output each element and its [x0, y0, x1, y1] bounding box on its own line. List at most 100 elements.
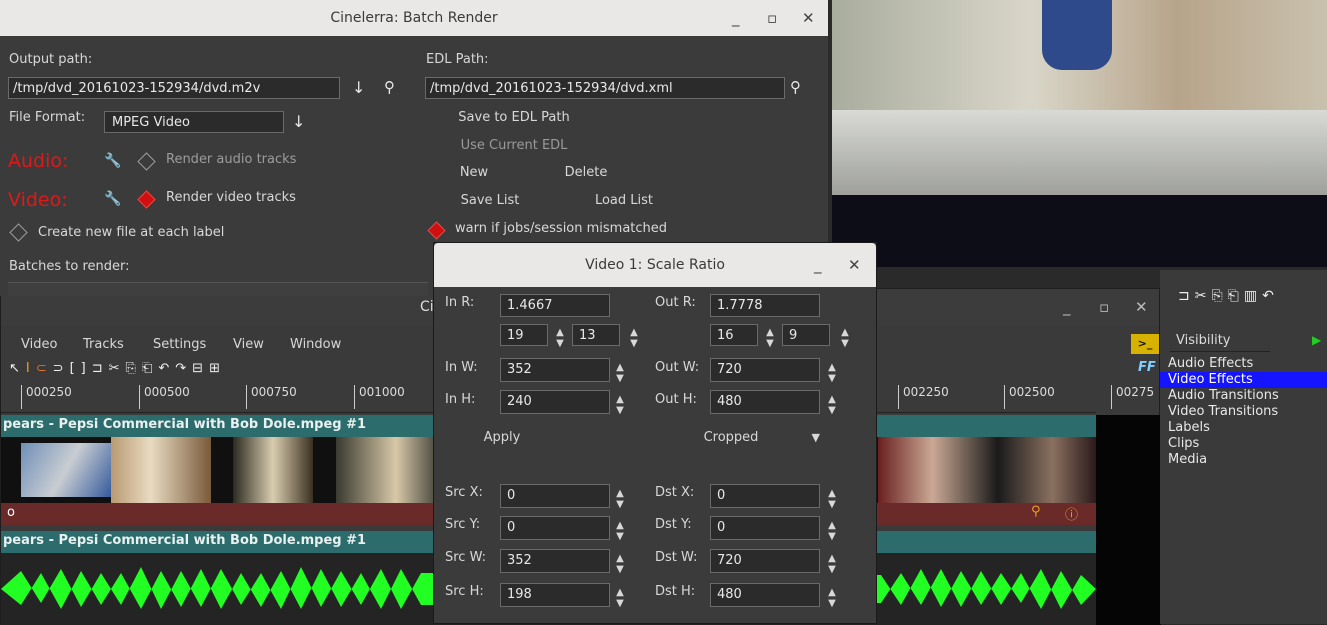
out-ratio-a-spinner[interactable]: ▲ ▼	[764, 327, 776, 349]
in-h-spinner[interactable]: ▲ ▼	[614, 394, 626, 416]
close-icon[interactable]: ✕	[848, 243, 861, 287]
dst-y-field[interactable]: 0	[710, 516, 820, 540]
out-r-field[interactable]: 1.7778	[710, 294, 820, 317]
src-y-spinner[interactable]: ▲ ▼	[614, 520, 626, 542]
undo-icon[interactable]: ↶	[158, 361, 175, 376]
dst-x-field[interactable]: 0	[710, 484, 820, 508]
close-icon[interactable]: ✕	[802, 0, 815, 36]
label-icon[interactable]: [	[70, 361, 81, 376]
output-path-field[interactable]: /tmp/dvd_20161023-152934/dvd.m2v	[8, 77, 340, 99]
insert-icon[interactable]: ⊞	[209, 361, 226, 376]
create-file-checkbox[interactable]	[9, 223, 28, 242]
label-right-icon[interactable]: ]	[81, 361, 92, 376]
out-w-spinner[interactable]: ▲ ▼	[826, 362, 838, 384]
paste-icon[interactable]: ⎗	[142, 361, 158, 376]
maximize-icon[interactable]: ▫	[1099, 289, 1109, 325]
menu-view[interactable]: View	[233, 337, 264, 352]
minimize-icon[interactable]: _	[1063, 289, 1071, 325]
menu-tracks[interactable]: Tracks	[83, 337, 124, 352]
dst-w-spinner[interactable]: ▲ ▼	[826, 553, 838, 575]
in-ratio-b-spinner[interactable]: ▲ ▼	[628, 327, 640, 349]
dst-x-spinner[interactable]: ▲ ▼	[826, 488, 838, 510]
render-video-checkbox[interactable]	[137, 190, 156, 209]
out-h-field[interactable]: 480	[710, 390, 820, 414]
resource-item-audio-effects[interactable]: Audio Effects	[1160, 356, 1327, 372]
copy-icon[interactable]: ⎘	[1211, 288, 1227, 304]
edl-search-icon[interactable]: ⚲	[790, 78, 801, 96]
file-format-field[interactable]: MPEG Video	[104, 111, 284, 133]
src-x-field[interactable]: 0	[500, 484, 610, 508]
in-ratio-a-field[interactable]: 19	[500, 324, 548, 346]
mode-dropdown[interactable]: Cropped ▼	[620, 427, 842, 449]
copy-icon[interactable]: ⎘	[126, 361, 142, 376]
resource-item-clips[interactable]: Clips	[1160, 436, 1327, 452]
out-ratio-b-field[interactable]: 9	[782, 324, 830, 346]
use-current-button[interactable]: Use Current EDL	[434, 135, 594, 157]
dst-w-field[interactable]: 720	[710, 549, 820, 573]
src-x-spinner[interactable]: ▲ ▼	[614, 488, 626, 510]
cut-icon[interactable]: ✂	[1195, 288, 1212, 304]
out-ratio-a-field[interactable]: 16	[710, 324, 758, 346]
out-ratio-b-spinner[interactable]: ▲ ▼	[839, 327, 851, 349]
video-wrench-icon[interactable]: 🔧	[104, 191, 121, 207]
in-w-spinner[interactable]: ▲ ▼	[614, 362, 626, 384]
out-h-spinner[interactable]: ▲ ▼	[826, 394, 838, 416]
search-icon[interactable]: ⚲	[384, 78, 395, 96]
cut-icon[interactable]: ✂	[109, 361, 126, 376]
bars-icon[interactable]: ▥	[1244, 288, 1262, 304]
dst-y-spinner[interactable]: ▲ ▼	[826, 520, 838, 542]
delete-button[interactable]: Delete	[538, 162, 634, 184]
splice-icon[interactable]: ⊐	[92, 361, 109, 376]
in-r-field[interactable]: 1.4667	[500, 294, 610, 317]
resource-item-media[interactable]: Media	[1160, 452, 1327, 468]
visibility-tab[interactable]: Visibility	[1170, 330, 1270, 352]
terminal-icon[interactable]: >_	[1131, 334, 1159, 354]
save-list-button[interactable]: Save List	[434, 190, 546, 212]
info-icon[interactable]: ⓘ	[1065, 504, 1078, 523]
close-icon[interactable]: ✕	[1135, 289, 1148, 325]
new-button[interactable]: New	[434, 162, 514, 184]
menu-window[interactable]: Window	[290, 337, 341, 352]
menu-settings[interactable]: Settings	[153, 337, 206, 352]
resource-item-audio-transitions[interactable]: Audio Transitions	[1160, 388, 1327, 404]
src-y-field[interactable]: 0	[500, 516, 610, 540]
src-h-spinner[interactable]: ▲ ▼	[614, 587, 626, 609]
out-point-icon[interactable]: ⊃	[53, 361, 70, 376]
minimize-icon[interactable]: _	[814, 243, 822, 287]
download-icon[interactable]: ↓	[352, 78, 365, 97]
save-edl-button[interactable]: Save to EDL Path	[434, 107, 594, 129]
resource-item-video-transitions[interactable]: Video Transitions	[1160, 404, 1327, 420]
render-audio-checkbox[interactable]	[137, 152, 156, 171]
paste-icon[interactable]: ⎗	[1228, 288, 1244, 304]
maximize-icon[interactable]: ▫	[767, 0, 777, 36]
src-w-spinner[interactable]: ▲ ▼	[614, 553, 626, 575]
zoom-icon[interactable]: ⚲	[1031, 504, 1041, 519]
out-w-field[interactable]: 720	[710, 358, 820, 382]
src-w-field[interactable]: 352	[500, 549, 610, 573]
resource-item-video-effects[interactable]: Video Effects	[1160, 372, 1327, 388]
load-list-button[interactable]: Load List	[568, 190, 680, 212]
play-icon[interactable]: ▶	[1312, 333, 1321, 347]
in-ratio-a-spinner[interactable]: ▲ ▼	[554, 327, 566, 349]
in-ratio-b-field[interactable]: 13	[572, 324, 620, 346]
warn-checkbox[interactable]	[427, 221, 446, 240]
in-point-icon[interactable]: ⊂	[36, 361, 53, 376]
ff-logo-icon[interactable]: FF	[1138, 360, 1160, 378]
resource-item-labels[interactable]: Labels	[1160, 420, 1327, 436]
src-h-field[interactable]: 198	[500, 583, 610, 607]
in-h-field[interactable]: 240	[500, 390, 610, 414]
splice-icon[interactable]: ⊐	[1178, 288, 1195, 304]
edl-path-field[interactable]: /tmp/dvd_20161023-152934/dvd.xml	[425, 77, 785, 99]
apply-button[interactable]: Apply	[452, 427, 552, 449]
ibeam-tool-icon[interactable]: I	[26, 361, 36, 376]
format-download-icon[interactable]: ↓	[292, 112, 305, 131]
overwrite-icon[interactable]: ⊟	[192, 361, 209, 376]
minimize-icon[interactable]: _	[732, 0, 740, 36]
dst-h-spinner[interactable]: ▲ ▼	[826, 587, 838, 609]
dst-h-field[interactable]: 480	[710, 583, 820, 607]
undo-icon[interactable]: ↶	[1262, 288, 1279, 304]
audio-wrench-icon[interactable]: 🔧	[104, 153, 121, 169]
in-w-field[interactable]: 352	[500, 358, 610, 382]
arrow-tool-icon[interactable]: ↖	[9, 361, 26, 376]
menu-video[interactable]: Video	[21, 337, 57, 352]
